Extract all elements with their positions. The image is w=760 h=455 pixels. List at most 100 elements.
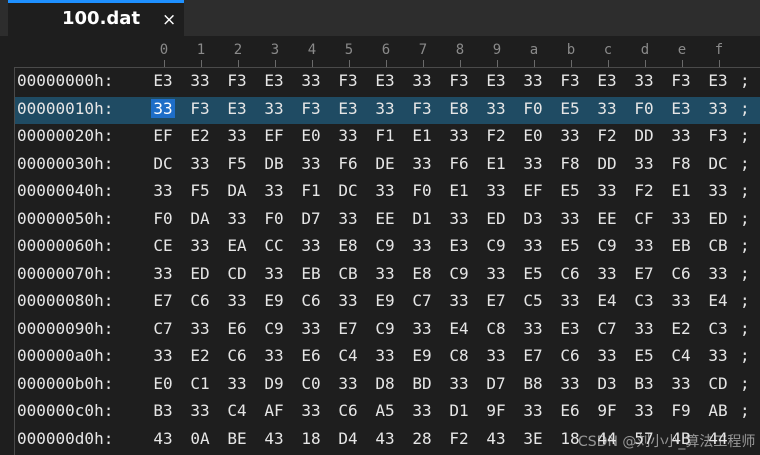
byte-cell[interactable]: 9F	[484, 401, 508, 420]
byte-cell[interactable]: 33	[447, 291, 471, 310]
byte-cell[interactable]: AF	[262, 401, 286, 420]
byte-cell[interactable]: ED	[188, 264, 212, 283]
byte-cell[interactable]: B8	[521, 374, 545, 393]
byte-cell[interactable]: 33	[336, 126, 360, 145]
byte-cell[interactable]: 33	[299, 401, 323, 420]
byte-cell[interactable]: DD	[632, 126, 656, 145]
byte-cell[interactable]: E8	[336, 236, 360, 255]
byte-cell[interactable]: EB	[669, 236, 693, 255]
byte-cell[interactable]: E5	[558, 236, 582, 255]
byte-cell[interactable]: E3	[373, 71, 397, 90]
byte-cell[interactable]: E7	[521, 346, 545, 365]
byte-cell[interactable]: F2	[632, 181, 656, 200]
byte-cell[interactable]: CB	[706, 236, 730, 255]
byte-cell[interactable]: 33	[669, 374, 693, 393]
byte-cell[interactable]: 33	[669, 209, 693, 228]
byte-cell[interactable]: E0	[299, 126, 323, 145]
byte-cell[interactable]: 33	[188, 154, 212, 173]
byte-cell[interactable]: BD	[410, 374, 434, 393]
byte-cell[interactable]: DB	[262, 154, 286, 173]
byte-cell[interactable]: 33	[521, 319, 545, 338]
byte-cell[interactable]: DC	[336, 181, 360, 200]
byte-cell[interactable]: C7	[595, 319, 619, 338]
byte-cell[interactable]: C9	[595, 236, 619, 255]
byte-cell[interactable]: 33	[299, 236, 323, 255]
byte-cell[interactable]: 33	[447, 374, 471, 393]
byte-cell[interactable]: C3	[706, 319, 730, 338]
byte-cell[interactable]: F0	[410, 181, 434, 200]
byte-cell[interactable]: 33	[225, 209, 249, 228]
byte-cell[interactable]: 33	[262, 99, 286, 118]
byte-cell[interactable]: C3	[632, 291, 656, 310]
byte-cell[interactable]: E7	[484, 291, 508, 310]
byte-cell[interactable]: F0	[151, 209, 175, 228]
byte-cell[interactable]: E2	[669, 319, 693, 338]
byte-cell[interactable]: 33	[262, 181, 286, 200]
byte-cell[interactable]: AB	[706, 401, 730, 420]
byte-cell[interactable]: 33	[595, 264, 619, 283]
byte-cell[interactable]: C9	[447, 264, 471, 283]
byte-cell[interactable]: E7	[336, 319, 360, 338]
close-icon[interactable]: ×	[162, 10, 176, 30]
byte-cell[interactable]: 33	[595, 99, 619, 118]
byte-cell[interactable]: C6	[299, 291, 323, 310]
byte-cell[interactable]: 33	[410, 236, 434, 255]
byte-cell[interactable]: DD	[595, 154, 619, 173]
byte-cell[interactable]: 33	[558, 291, 582, 310]
byte-cell[interactable]: E3	[262, 71, 286, 90]
byte-cell[interactable]: F6	[447, 154, 471, 173]
byte-cell[interactable]: C4	[336, 346, 360, 365]
byte-cell[interactable]: 33	[521, 401, 545, 420]
byte-cell[interactable]: E8	[447, 99, 471, 118]
tab-100-dat[interactable]: 100.dat ×	[8, 0, 184, 36]
byte-cell[interactable]: BE	[225, 429, 249, 448]
byte-cell[interactable]: 33	[188, 401, 212, 420]
byte-cell[interactable]: DE	[373, 154, 397, 173]
byte-cell[interactable]: F1	[373, 126, 397, 145]
byte-cell[interactable]: EB	[299, 264, 323, 283]
byte-cell[interactable]: 33	[484, 99, 508, 118]
byte-cell[interactable]: F2	[484, 126, 508, 145]
byte-cell[interactable]: 33	[484, 346, 508, 365]
byte-cell[interactable]: 33	[151, 346, 175, 365]
byte-cell[interactable]: E9	[373, 291, 397, 310]
byte-cell[interactable]: F5	[188, 181, 212, 200]
byte-cell[interactable]: DA	[188, 209, 212, 228]
byte-cell[interactable]: E5	[558, 99, 582, 118]
byte-cell[interactable]: F2	[595, 126, 619, 145]
byte-cell[interactable]: 33	[521, 154, 545, 173]
byte-cell[interactable]: 33	[373, 99, 397, 118]
byte-cell[interactable]: EA	[225, 236, 249, 255]
byte-cell[interactable]: E9	[262, 291, 286, 310]
byte-cell[interactable]: D7	[484, 374, 508, 393]
byte-cell[interactable]: EF	[521, 181, 545, 200]
byte-cell[interactable]: E3	[706, 71, 730, 90]
byte-cell[interactable]: E4	[447, 319, 471, 338]
byte-cell[interactable]: 33	[558, 374, 582, 393]
byte-cell[interactable]: E7	[632, 264, 656, 283]
byte-cell[interactable]: 3E	[521, 429, 545, 448]
byte-cell[interactable]: 33	[632, 71, 656, 90]
byte-cell[interactable]: 33	[336, 374, 360, 393]
byte-cell[interactable]: 33	[484, 181, 508, 200]
byte-cell[interactable]: E3	[447, 236, 471, 255]
byte-cell[interactable]: E5	[558, 181, 582, 200]
byte-cell[interactable]: 33	[669, 291, 693, 310]
byte-cell[interactable]: C6	[558, 264, 582, 283]
byte-cell[interactable]: E2	[188, 126, 212, 145]
byte-cell[interactable]: 33	[410, 319, 434, 338]
byte-cell[interactable]: C8	[447, 346, 471, 365]
byte-cell[interactable]: C9	[262, 319, 286, 338]
byte-cell[interactable]: E8	[410, 264, 434, 283]
byte-cell[interactable]: E6	[558, 401, 582, 420]
byte-cell[interactable]: E4	[595, 291, 619, 310]
byte-cell[interactable]: 33	[262, 346, 286, 365]
byte-cell[interactable]: 33	[410, 154, 434, 173]
hex-grid[interactable]: 00000000h: E3 33 F3 E3 33 F3 E3 33 F3 E3 33 F3 E3 33 F3…	[14, 67, 760, 455]
byte-cell[interactable]: CD	[706, 374, 730, 393]
byte-cell[interactable]: A5	[373, 401, 397, 420]
byte-cell[interactable]: E3	[336, 99, 360, 118]
byte-cell[interactable]: F3	[336, 71, 360, 90]
byte-cell[interactable]: B3	[151, 401, 175, 420]
byte-cell[interactable]: C6	[225, 346, 249, 365]
